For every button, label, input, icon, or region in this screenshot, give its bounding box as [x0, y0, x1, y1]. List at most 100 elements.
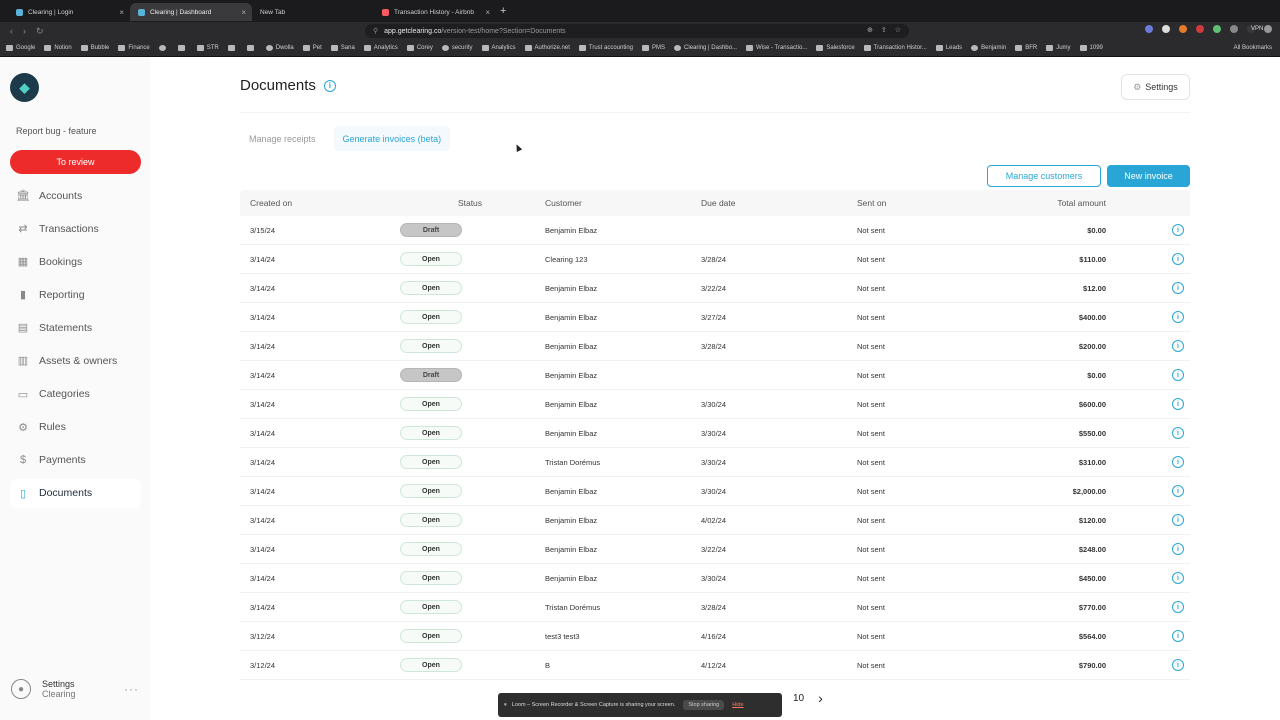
- info-icon[interactable]: i: [1172, 311, 1184, 323]
- sidebar-item-accounts[interactable]: 🏛 Accounts: [10, 181, 141, 210]
- close-icon[interactable]: ×: [241, 8, 246, 17]
- table-row[interactable]: 3/14/24 Open Benjamin Elbaz 3/30/24 Not sent…: [240, 477, 1190, 506]
- sidebar-item-rules[interactable]: ⚙ Rules: [10, 413, 141, 442]
- bookmark-item[interactable]: Benjamin: [971, 45, 1006, 51]
- table-row[interactable]: 3/14/24 Open Benjamin Elbaz 4/02/24 Not sent…: [240, 506, 1190, 535]
- table-row[interactable]: 3/14/24 Open Tristan Dorémus 3/30/24 Not sen…: [240, 448, 1190, 477]
- bookmark-item[interactable]: [158, 45, 169, 51]
- sidebar-item-payments[interactable]: $ Payments: [10, 446, 141, 475]
- bookmark-item[interactable]: Authorize.net: [524, 45, 570, 51]
- browser-tab-airbnb[interactable]: Transaction History - Airbnb ×: [374, 3, 496, 21]
- bookmark-item[interactable]: Clearing | Dashbo...: [674, 45, 737, 51]
- bookmark-item[interactable]: Google: [6, 45, 35, 51]
- browser-tab-login[interactable]: Clearing | Login ×: [8, 3, 130, 21]
- close-icon[interactable]: ×: [119, 8, 124, 17]
- bookmark-item[interactable]: STR: [196, 45, 219, 51]
- report-bug-link[interactable]: Report bug - feature: [16, 126, 97, 136]
- table-row[interactable]: 3/14/24 Open Benjamin Elbaz 3/30/24 Not sent…: [240, 390, 1190, 419]
- share-icon[interactable]: ⇪: [881, 26, 887, 34]
- sidebar-item-assets-owners[interactable]: ▥ Assets & owners: [10, 346, 141, 375]
- table-row[interactable]: 3/14/24 Open Clearing 123 3/28/24 Not sent $1…: [240, 245, 1190, 274]
- info-icon[interactable]: i: [1172, 543, 1184, 555]
- bookmark-item[interactable]: Trust accounting: [578, 45, 633, 51]
- extension-icon[interactable]: [1162, 25, 1170, 33]
- tab-manage-receipts[interactable]: Manage receipts: [240, 126, 325, 151]
- bookmark-item[interactable]: security: [441, 45, 473, 51]
- table-row[interactable]: 3/14/24 Open Benjamin Elbaz 3/27/24 Not sent…: [240, 303, 1190, 332]
- to-review-button[interactable]: To review: [10, 150, 141, 174]
- info-icon[interactable]: i: [1172, 456, 1184, 468]
- bookmark-item[interactable]: Leads: [935, 45, 962, 51]
- new-tab-icon[interactable]: +: [500, 5, 506, 17]
- browser-tab-new[interactable]: New Tab: [252, 3, 374, 21]
- info-icon[interactable]: i: [1172, 659, 1184, 671]
- bookmark-item[interactable]: Sana: [330, 45, 355, 51]
- hide-link[interactable]: Hide: [732, 702, 743, 708]
- sidebar-item-transactions[interactable]: ⇄ Transactions: [10, 214, 141, 243]
- bookmark-item[interactable]: [246, 45, 257, 51]
- bookmark-item[interactable]: Wise - Transactio...: [745, 45, 807, 51]
- table-row[interactable]: 3/14/24 Open Benjamin Elbaz 3/22/24 Not sent…: [240, 535, 1190, 564]
- info-icon[interactable]: i: [1172, 224, 1184, 236]
- bookmark-item[interactable]: Analytics: [363, 45, 398, 51]
- table-row[interactable]: 3/14/24 Draft Benjamin Elbaz Not sent $0.00 i: [240, 361, 1190, 390]
- bookmark-item[interactable]: Salesforce: [816, 45, 855, 51]
- info-icon[interactable]: i: [323, 79, 336, 92]
- bookmark-item[interactable]: Corey: [406, 45, 433, 51]
- user-menu[interactable]: ● Settings Clearing ···: [11, 678, 139, 700]
- bookmark-item[interactable]: PMS: [642, 45, 665, 51]
- bookmark-item[interactable]: BFR: [1015, 45, 1037, 51]
- bookmark-item[interactable]: Analytics: [481, 45, 516, 51]
- new-invoice-button[interactable]: New invoice: [1107, 165, 1190, 187]
- sidebar-item-bookings[interactable]: ▦ Bookings: [10, 247, 141, 276]
- page-number[interactable]: 10: [793, 693, 804, 704]
- menu-icon[interactable]: [1264, 25, 1272, 33]
- info-icon[interactable]: i: [1172, 398, 1184, 410]
- table-row[interactable]: 3/12/24 Open test3 test3 4/16/24 Not sent $56…: [240, 622, 1190, 651]
- bookmark-item[interactable]: Finance: [118, 45, 150, 51]
- bookmark-item[interactable]: Bubble: [80, 45, 109, 51]
- bookmark-item[interactable]: Jumy: [1046, 45, 1071, 51]
- back-icon[interactable]: ‹: [10, 26, 13, 37]
- vpn-badge[interactable]: VPN: [1247, 25, 1263, 33]
- extension-icon[interactable]: [1213, 25, 1221, 33]
- sidebar-item-documents[interactable]: ▯ Documents: [10, 478, 141, 508]
- manage-customers-button[interactable]: Manage customers: [987, 165, 1101, 187]
- settings-button[interactable]: ⚙ Settings: [1121, 74, 1190, 100]
- zoom-icon[interactable]: ⊕: [867, 26, 873, 34]
- info-icon[interactable]: i: [1172, 253, 1184, 265]
- table-row[interactable]: 3/14/24 Open Benjamin Elbaz 3/22/24 Not sent…: [240, 274, 1190, 303]
- info-icon[interactable]: i: [1172, 427, 1184, 439]
- close-icon[interactable]: ×: [485, 8, 490, 17]
- info-icon[interactable]: i: [1172, 282, 1184, 294]
- all-bookmarks[interactable]: All Bookmarks: [1234, 45, 1272, 51]
- star-icon[interactable]: ☆: [895, 26, 901, 34]
- stop-sharing-button[interactable]: Stop sharing: [683, 700, 725, 710]
- table-row[interactable]: 3/14/24 Open Benjamin Elbaz 3/28/24 Not sent…: [240, 332, 1190, 361]
- bookmark-item[interactable]: 1099: [1079, 45, 1103, 51]
- site-info-icon[interactable]: ⚲: [373, 27, 378, 35]
- bookmark-item[interactable]: [227, 45, 238, 51]
- tab-generate-invoices[interactable]: Generate invoices (beta): [333, 126, 451, 151]
- sidebar-item-statements[interactable]: ▤ Statements: [10, 313, 141, 342]
- sidebar-item-reporting[interactable]: ▮ Reporting: [10, 280, 141, 309]
- sidepanel-icon[interactable]: [1230, 25, 1238, 33]
- table-row[interactable]: 3/14/24 Open Benjamin Elbaz 3/30/24 Not sent…: [240, 419, 1190, 448]
- bookmark-item[interactable]: Dwolla: [265, 45, 294, 51]
- forward-icon[interactable]: ›: [23, 26, 26, 37]
- bookmark-item[interactable]: Notion: [44, 45, 72, 51]
- info-icon[interactable]: i: [1172, 572, 1184, 584]
- bookmark-item[interactable]: Pet: [302, 45, 322, 51]
- info-icon[interactable]: i: [1172, 340, 1184, 352]
- extension-icon[interactable]: [1179, 25, 1187, 33]
- extension-icon[interactable]: [1196, 25, 1204, 33]
- table-row[interactable]: 3/12/24 Open B 4/12/24 Not sent $790.00 i: [240, 651, 1190, 680]
- info-icon[interactable]: i: [1172, 514, 1184, 526]
- info-icon[interactable]: i: [1172, 369, 1184, 381]
- bookmark-item[interactable]: Transaction Histor...: [863, 45, 927, 51]
- extension-icon[interactable]: [1145, 25, 1153, 33]
- url-field[interactable]: ⚲ app.getclearing.co/version-test/home?Se…: [365, 24, 909, 38]
- more-icon[interactable]: ···: [124, 682, 139, 696]
- info-icon[interactable]: i: [1172, 630, 1184, 642]
- table-row[interactable]: 3/14/24 Open Tristan Dorémus 3/28/24 Not sen…: [240, 593, 1190, 622]
